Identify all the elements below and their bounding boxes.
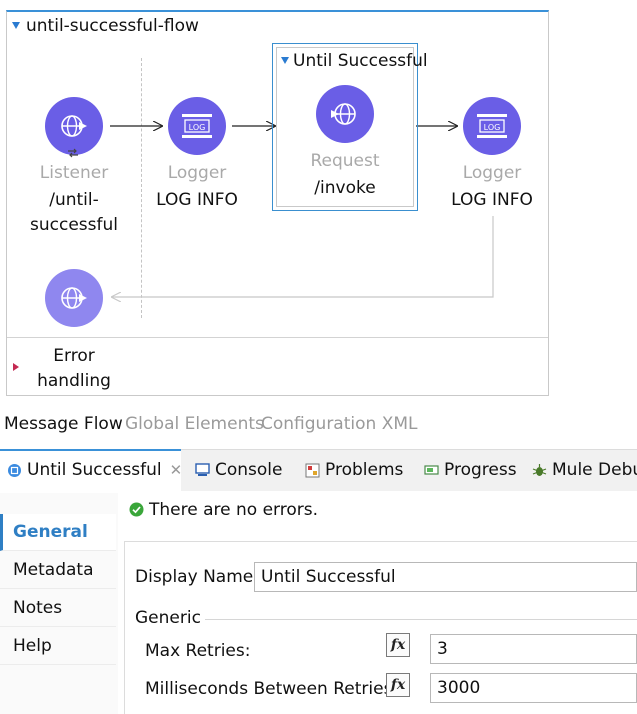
max-retries-input[interactable]: [430, 634, 637, 664]
logger-icon: LOG: [477, 114, 507, 138]
problems-icon: [305, 463, 320, 477]
display-name-label: Display Name:: [135, 567, 259, 587]
sidebar-item-notes[interactable]: Notes: [0, 590, 116, 627]
console-icon: [195, 463, 210, 476]
globe-icon: [61, 115, 87, 137]
source-indicator-icon: [68, 148, 78, 158]
close-icon[interactable]: ✕: [170, 461, 183, 479]
listener-path-label: /until- successful: [30, 190, 118, 235]
tab-console-label: Console: [215, 460, 283, 480]
fx-icon: fx: [390, 637, 406, 653]
expand-error-handling-icon[interactable]: [13, 363, 19, 371]
expression-toggle-button[interactable]: fx: [386, 673, 410, 697]
expression-toggle-button[interactable]: fx: [386, 633, 410, 657]
tab-progress[interactable]: Progress: [424, 460, 517, 480]
milliseconds-between-retries-input[interactable]: [430, 673, 637, 703]
validation-status: There are no errors.: [149, 500, 318, 520]
generic-group-label: Generic: [135, 608, 205, 628]
progress-icon: [424, 465, 439, 475]
request-type-label: Request: [310, 151, 380, 171]
logger-type-label: Logger: [462, 163, 522, 183]
listener-type-label: Listener: [39, 163, 109, 183]
collapse-scope-icon[interactable]: [281, 57, 289, 64]
logger-icon: LOG: [182, 114, 212, 138]
logger-message-label: LOG INFO: [156, 190, 238, 210]
debug-bug-icon: [532, 463, 547, 476]
svg-text:LOG: LOG: [189, 123, 206, 132]
svg-text:LOG: LOG: [484, 123, 501, 132]
generic-group-border: [200, 619, 637, 620]
globe-icon: [331, 103, 356, 125]
tab-progress-label: Progress: [444, 460, 517, 480]
tab-console[interactable]: Console: [195, 460, 283, 480]
sidebar-item-metadata[interactable]: Metadata: [0, 552, 116, 589]
logger-node[interactable]: LOG: [168, 97, 226, 155]
globe-icon: [61, 287, 87, 309]
response-connector: [112, 216, 494, 297]
request-node[interactable]: [316, 85, 374, 143]
tab-configuration-xml[interactable]: Configuration XML: [261, 414, 417, 434]
tab-until-successful[interactable]: Until Successful ✕: [7, 460, 182, 480]
max-retries-label: Max Retries:: [145, 641, 251, 661]
tab-message-flow[interactable]: Message Flow: [4, 414, 123, 434]
display-name-input[interactable]: [254, 562, 637, 592]
tab-global-elements[interactable]: Global Elements: [125, 414, 264, 434]
tab-mule-debug-label: Mule Debug: [552, 460, 637, 480]
sidebar-item-help[interactable]: Help: [0, 628, 116, 665]
sidebar-item-general[interactable]: General: [0, 514, 116, 551]
tab-mule-debug[interactable]: Mule Debug: [532, 460, 637, 480]
scope-title: Until Successful: [293, 51, 428, 71]
tab-problems-label: Problems: [325, 460, 404, 480]
milliseconds-between-retries-label: Milliseconds Between Retries:: [145, 679, 399, 699]
listener-response-node[interactable]: [45, 269, 103, 327]
error-handling-divider: [7, 337, 548, 338]
logger-type-label: Logger: [167, 163, 227, 183]
error-handling-label[interactable]: Error handling: [20, 344, 128, 394]
check-success-icon: [129, 502, 144, 517]
properties-icon: [8, 463, 21, 477]
logger-message-label: LOG INFO: [451, 190, 533, 210]
request-path-label: /invoke: [314, 178, 376, 198]
tab-until-successful-label: Until Successful: [27, 460, 162, 480]
tab-problems[interactable]: Problems: [305, 460, 403, 480]
logger-node[interactable]: LOG: [463, 97, 521, 155]
fx-icon: fx: [390, 677, 406, 693]
